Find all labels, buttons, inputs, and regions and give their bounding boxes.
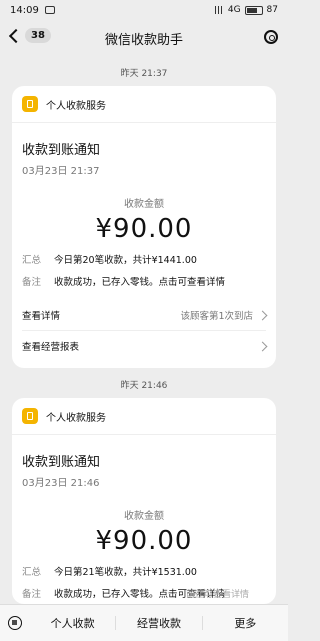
keyboard-toggle[interactable]: [0, 616, 30, 630]
visit-count-text: 该顾客第1次到店: [180, 311, 253, 322]
amount-value: ¥90.00: [95, 214, 193, 244]
summary-value: 今日第21笔收款，共计¥1531.00: [54, 567, 197, 578]
view-details-link[interactable]: 查看详情 该顾客第1次到店: [12, 300, 276, 330]
card-header: 个人收款服务: [12, 398, 276, 435]
message-time-label: 昨天 21:46: [120, 381, 168, 391]
chevron-right-icon: [257, 310, 268, 320]
note-value: 收款成功，已存入零钱。点击可查看详情: [54, 277, 226, 288]
notice-date: 03月23日 21:46: [22, 478, 100, 489]
amount-label: 收款金额: [124, 199, 164, 210]
tab-more[interactable]: 更多: [203, 615, 288, 631]
amount-value: ¥90.00: [95, 526, 193, 556]
notice: 收款到账通知 03月23日 21:46 收款金额 ¥90.00: [12, 435, 276, 556]
status-right: 4G 87: [213, 5, 278, 15]
network-label: 4G: [227, 5, 241, 15]
battery-level: 87: [266, 5, 278, 15]
status-bar: 14:09 4G 87: [0, 0, 288, 20]
back-button[interactable]: 38: [8, 28, 51, 43]
gear-icon[interactable]: [264, 30, 278, 44]
view-reports-label: 查看经营报表: [22, 342, 80, 353]
amount-label: 收款金额: [124, 511, 164, 522]
bottom-menu: 个人收款 经营收款 更多: [0, 604, 288, 641]
note-row: 备注 收款成功，已存入零钱。点击可查看详情: [22, 274, 266, 288]
signal-icon: [213, 6, 224, 14]
summary-value: 今日第20笔收款，共计¥1441.00: [54, 255, 197, 266]
summary-key: 汇总: [22, 255, 42, 266]
note-key: 备注: [22, 277, 42, 288]
notice: 收款到账通知 03月23日 21:37 收款金额 ¥90.00: [12, 123, 276, 244]
chevron-left-icon: [8, 28, 24, 43]
summary-row: 汇总 今日第20笔收款，共计¥1441.00: [22, 252, 266, 266]
summary-key: 汇总: [22, 567, 42, 578]
note-key: 备注: [22, 589, 42, 600]
notice-date: 03月23日 21:37: [22, 166, 100, 177]
view-reports-link[interactable]: 查看经营报表: [12, 331, 276, 361]
summary-row: 汇总 今日第21笔收款，共计¥1531.00: [22, 564, 266, 578]
notice-title: 收款到账通知: [22, 455, 101, 470]
view-details-label: 查看详情: [22, 311, 61, 322]
battery-icon: [244, 5, 263, 15]
wallet-icon: [22, 96, 38, 112]
status-left: 14:09: [10, 5, 55, 16]
keyboard-icon: [8, 616, 22, 630]
message-time-label: 昨天 21:37: [120, 69, 168, 79]
chevron-right-icon: [257, 341, 268, 351]
message-card[interactable]: 个人收款服务 收款到账通知 03月23日 21:46 收款金额 ¥90.00 汇…: [12, 398, 276, 604]
page-title: 微信收款助手: [104, 32, 183, 48]
unread-badge: 38: [25, 28, 51, 43]
status-time: 14:09: [10, 4, 39, 16]
notice-title: 收款到账通知: [22, 143, 101, 158]
overlay-hint: 前往可查看详情: [186, 590, 250, 600]
details: 汇总 今日第20笔收款，共计¥1441.00 备注 收款成功，已存入零钱。点击可…: [12, 252, 276, 288]
notification-icon: [44, 6, 55, 14]
service-name: 个人收款服务: [46, 412, 106, 424]
card-header: 个人收款服务: [12, 86, 276, 123]
top-nav: 38 微信收款助手: [0, 20, 288, 56]
wallet-icon: [22, 408, 38, 424]
tab-personal-receipt[interactable]: 个人收款: [30, 615, 115, 631]
service-name: 个人收款服务: [46, 100, 106, 112]
view-details-right: 该顾客第1次到店: [180, 308, 268, 322]
message-card[interactable]: 个人收款服务 收款到账通知 03月23日 21:37 收款金额 ¥90.00 汇…: [12, 86, 276, 368]
tab-business-receipt[interactable]: 经营收款: [116, 615, 201, 631]
